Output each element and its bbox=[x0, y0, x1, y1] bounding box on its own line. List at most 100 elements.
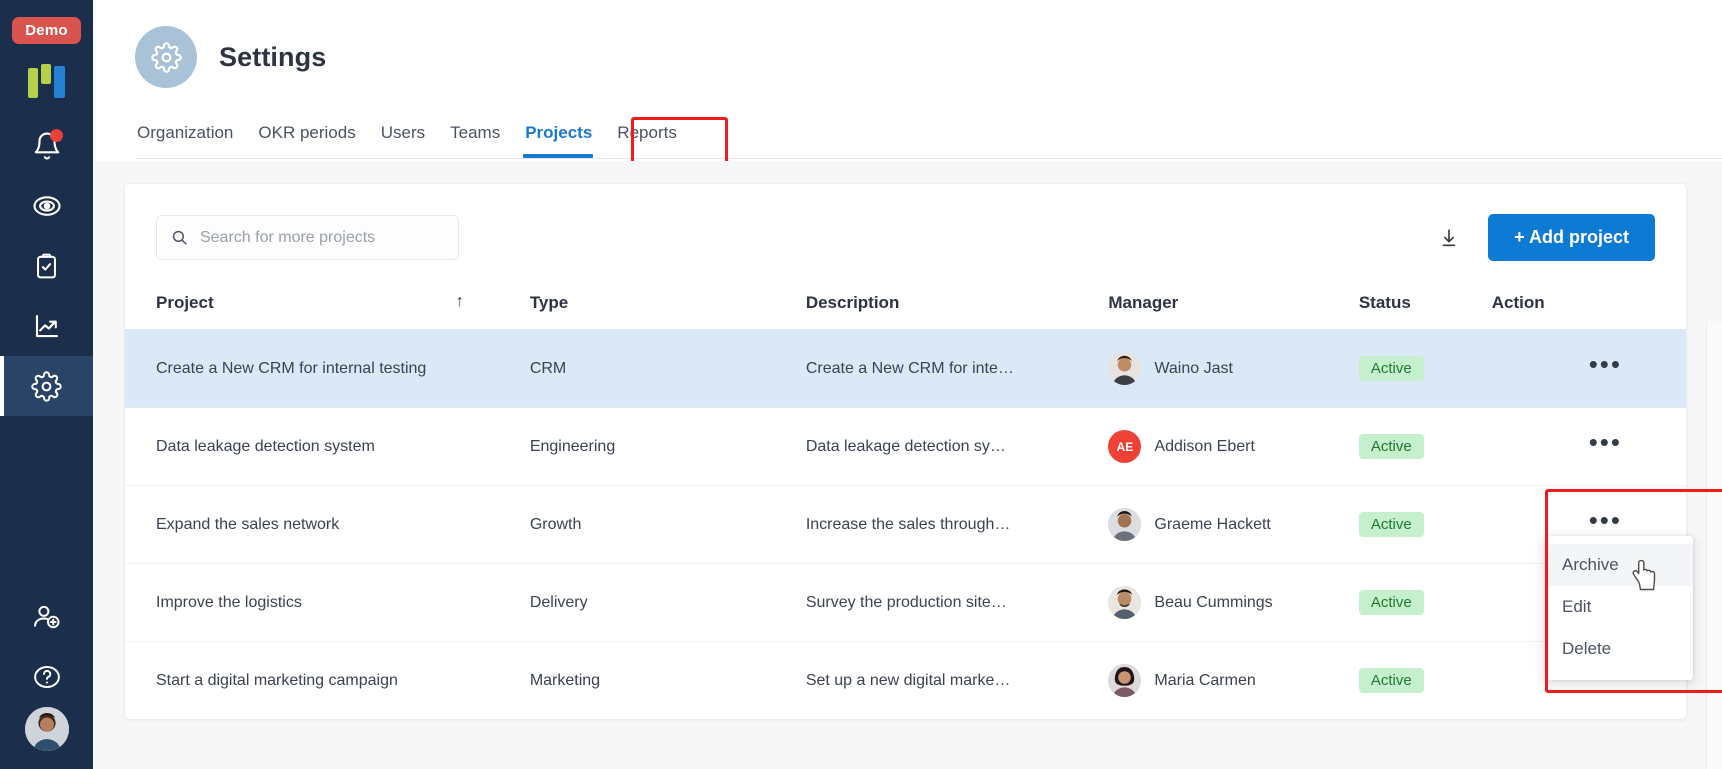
avatar bbox=[1108, 508, 1142, 541]
column-header-project[interactable]: Project ↑ bbox=[125, 283, 530, 330]
cell-manager: AE Addison Ebert bbox=[1108, 407, 1359, 486]
app-root: Demo Settings Organization OKR periods U… bbox=[0, 0, 1722, 769]
objectives-target-icon bbox=[32, 196, 61, 216]
sidebar-user-avatar[interactable] bbox=[24, 707, 69, 751]
manager-chip: Graeme Hackett bbox=[1108, 508, 1358, 541]
avatar bbox=[1108, 352, 1142, 385]
search-input-wrapper[interactable] bbox=[156, 215, 459, 260]
manager-name: Addison Ebert bbox=[1154, 437, 1255, 455]
avatar-photo bbox=[1108, 508, 1142, 541]
cell-project: Start a digital marketing campaign bbox=[125, 641, 530, 719]
manager-chip: Maria Carmen bbox=[1108, 664, 1358, 697]
table-row[interactable]: Create a New CRM for internal testing CR… bbox=[125, 329, 1686, 408]
cell-project: Improve the logistics bbox=[125, 563, 530, 642]
manager-name: Waino Jast bbox=[1154, 359, 1233, 377]
manager-chip: AE Addison Ebert bbox=[1108, 430, 1358, 463]
settings-gear-icon bbox=[31, 370, 62, 402]
menu-item-edit[interactable]: Edit bbox=[1545, 586, 1693, 628]
notification-badge-dot bbox=[50, 129, 63, 142]
main-content: Settings Organization OKR periods Users … bbox=[93, 0, 1722, 769]
menu-item-delete[interactable]: Delete bbox=[1545, 628, 1693, 670]
cell-project: Expand the sales network bbox=[125, 485, 530, 564]
page-icon-circle bbox=[135, 26, 197, 88]
row-actions-button[interactable]: ••• bbox=[1589, 351, 1622, 377]
cell-type: Marketing bbox=[529, 641, 806, 719]
sidebar-item-objectives[interactable] bbox=[0, 176, 93, 236]
cell-status: Active bbox=[1358, 485, 1492, 564]
search-input[interactable] bbox=[199, 228, 444, 247]
tab-reports[interactable]: Reports bbox=[616, 123, 701, 158]
tab-users[interactable]: Users bbox=[380, 123, 449, 158]
cell-description: Survey the production site… bbox=[805, 563, 1109, 642]
projects-table-head: Project ↑ Type Description Manager Statu… bbox=[125, 283, 1686, 330]
invite-user-add-icon bbox=[33, 605, 59, 629]
cell-status: Active bbox=[1358, 641, 1492, 719]
table-row[interactable]: Data leakage detection system Engineerin… bbox=[125, 407, 1686, 486]
content-area: + Add project Project ↑ Type Description… bbox=[93, 161, 1722, 769]
toolbar-actions: + Add project bbox=[1438, 214, 1655, 261]
cell-type: Engineering bbox=[529, 407, 806, 486]
page-header: Settings Organization OKR periods Users … bbox=[93, 0, 1722, 159]
column-header-action: Action bbox=[1491, 283, 1686, 330]
sidebar-item-help[interactable] bbox=[0, 647, 93, 707]
cell-status: Active bbox=[1358, 563, 1492, 642]
manager-chip: Waino Jast bbox=[1108, 352, 1358, 385]
avatar bbox=[1108, 664, 1142, 697]
table-row[interactable]: Expand the sales network Growth Increase… bbox=[125, 485, 1686, 564]
cell-manager: Beau Cummings bbox=[1108, 563, 1359, 642]
status-badge: Active bbox=[1358, 668, 1424, 693]
cell-action: ••• bbox=[1491, 329, 1686, 408]
sidebar-item-tasks[interactable] bbox=[0, 236, 93, 296]
cell-manager: Maria Carmen bbox=[1108, 641, 1359, 719]
tab-projects[interactable]: Projects bbox=[523, 123, 616, 158]
row-actions-button[interactable]: ••• bbox=[1589, 429, 1622, 455]
tasks-clipboard-check-icon bbox=[37, 253, 56, 278]
row-actions-button[interactable]: ••• bbox=[1589, 507, 1622, 533]
sidebar: Demo bbox=[0, 0, 93, 769]
menu-item-archive[interactable]: Archive bbox=[1545, 544, 1693, 586]
cell-description: Data leakage detection sy… bbox=[805, 407, 1109, 486]
cell-type: Delivery bbox=[529, 563, 806, 642]
tab-okr-periods[interactable]: OKR periods bbox=[257, 123, 379, 158]
column-header-manager[interactable]: Manager bbox=[1108, 283, 1359, 330]
column-header-status[interactable]: Status bbox=[1358, 283, 1492, 330]
avatar-photo bbox=[1108, 586, 1142, 619]
sidebar-item-settings[interactable] bbox=[0, 356, 93, 416]
download-icon bbox=[1442, 228, 1456, 246]
add-project-button[interactable]: + Add project bbox=[1488, 214, 1655, 261]
tab-teams[interactable]: Teams bbox=[449, 123, 524, 158]
download-button[interactable] bbox=[1438, 227, 1460, 249]
cell-description: Set up a new digital marke… bbox=[805, 641, 1109, 719]
settings-tabs: Organization OKR periods Users Teams Pro… bbox=[135, 110, 1722, 159]
sidebar-item-analytics[interactable] bbox=[0, 296, 93, 356]
cell-manager: Graeme Hackett bbox=[1108, 485, 1359, 564]
vertical-scrollbar[interactable] bbox=[1706, 322, 1722, 769]
tab-organization[interactable]: Organization bbox=[137, 123, 257, 158]
app-logo-icon[interactable] bbox=[28, 64, 65, 98]
table-row[interactable]: Start a digital marketing campaign Marke… bbox=[125, 641, 1686, 719]
page-title-row: Settings bbox=[135, 26, 1722, 88]
status-badge: Active bbox=[1358, 434, 1424, 459]
cell-type: Growth bbox=[529, 485, 806, 564]
sidebar-item-notifications[interactable] bbox=[0, 116, 93, 176]
cell-action: ••• bbox=[1491, 407, 1686, 486]
cell-manager: Waino Jast bbox=[1108, 329, 1359, 408]
search-icon bbox=[172, 230, 187, 245]
manager-chip: Beau Cummings bbox=[1108, 586, 1358, 619]
sidebar-item-invite-user[interactable] bbox=[0, 587, 93, 647]
sort-ascending-icon[interactable]: ↑ bbox=[456, 293, 464, 311]
status-badge: Active bbox=[1358, 590, 1424, 615]
column-header-description[interactable]: Description bbox=[805, 283, 1109, 330]
table-row[interactable]: Improve the logistics Delivery Survey th… bbox=[125, 563, 1686, 642]
manager-name: Beau Cummings bbox=[1154, 593, 1273, 611]
avatar-photo bbox=[1108, 352, 1142, 385]
status-badge: Active bbox=[1358, 512, 1424, 537]
column-header-type[interactable]: Type bbox=[529, 283, 806, 330]
help-question-circle-icon bbox=[33, 666, 60, 688]
analytics-trend-chart-icon bbox=[35, 314, 58, 338]
page-title: Settings bbox=[219, 41, 327, 72]
projects-table-body: Create a New CRM for internal testing CR… bbox=[125, 329, 1686, 719]
manager-name: Maria Carmen bbox=[1154, 671, 1256, 689]
avatar: AE bbox=[1108, 430, 1142, 463]
avatar bbox=[1108, 586, 1142, 619]
